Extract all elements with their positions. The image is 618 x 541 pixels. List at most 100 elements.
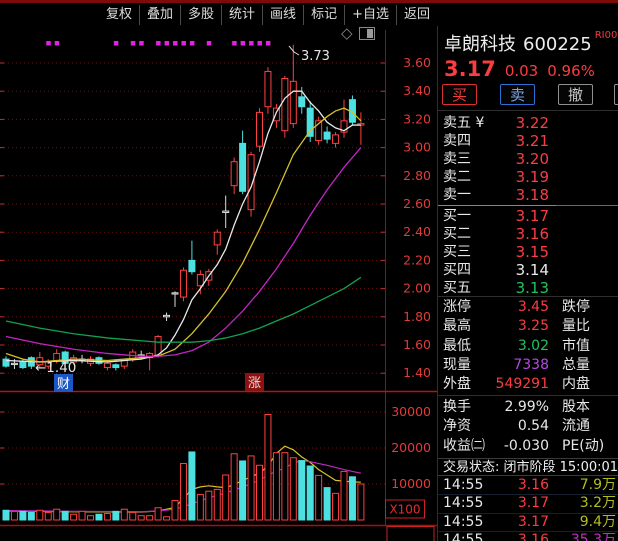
- price-axis-label: 1.80: [403, 309, 431, 324]
- candlesticks[interactable]: [3, 45, 364, 371]
- margin-tag: RI000: [595, 30, 618, 41]
- ask-row[interactable]: 卖三3.20: [438, 150, 618, 168]
- stats-block-top: 涨停3.45跌停最高3.25量比最低3.02市值现量7338总量外盘549291…: [438, 298, 618, 394]
- svg-text:涨: 涨: [248, 376, 261, 391]
- volume-bars[interactable]: [3, 415, 364, 520]
- ask-row[interactable]: 卖二3.19: [438, 168, 618, 186]
- tick-row: 14:553.1635.3万: [438, 532, 618, 541]
- toolbar-item[interactable]: 叠加: [139, 5, 180, 25]
- stat-value: 3.02: [438, 337, 549, 356]
- quote-panel: 卓朗科技 600225RI000 3.170.030.96% 买 卖 撤 卖五 ¥3.…: [437, 26, 618, 541]
- cancel-button[interactable]: 撤: [558, 84, 593, 105]
- partial-button[interactable]: [614, 84, 618, 105]
- stat-value: 7338: [438, 356, 549, 375]
- stat-row: 净资0.54流通: [438, 417, 618, 436]
- ask-price: 3.22: [438, 114, 549, 132]
- stat-label-2: 流通: [562, 417, 590, 436]
- price-axis-label: 3.60: [403, 55, 431, 70]
- date-axis-frame: [387, 527, 434, 541]
- time-sales-list: 14:553.167.9万14:553.173.2万14:553.179.4万1…: [438, 477, 618, 541]
- trade-buttons: 买卖撤: [438, 84, 618, 107]
- panel-layout-icon[interactable]: [359, 27, 375, 40]
- stat-value: 0.54: [438, 417, 549, 436]
- volume-axis-label: 30000: [391, 404, 431, 419]
- toolbar-item[interactable]: 标记: [303, 5, 344, 25]
- volume-axis-label: 20000: [391, 440, 431, 455]
- diamond-marker-icon[interactable]: ◇: [341, 26, 353, 41]
- ask-price: 3.18: [438, 186, 549, 204]
- toolbar-item[interactable]: 统计: [221, 5, 262, 25]
- tick-volume: 35.3万: [571, 532, 616, 541]
- bid-price: 3.13: [438, 279, 549, 297]
- tick-volume: 9.4万: [580, 514, 616, 531]
- toolbar-item[interactable]: 复权: [99, 5, 139, 25]
- chart-area[interactable]: ◇ 3.603.403.203.002.802.602.402.202.001.…: [0, 26, 437, 541]
- ask-price: 3.20: [438, 150, 549, 168]
- price-gridlines: 3.603.403.203.002.802.602.402.202.001.80…: [0, 55, 431, 491]
- price-change-pct: 0.96%: [547, 62, 595, 80]
- tick-row: 14:553.167.9万: [438, 477, 618, 495]
- ask-row[interactable]: 卖一3.18: [438, 186, 618, 204]
- svg-text:财: 财: [57, 377, 70, 392]
- stats-block-bottom: 换手2.99%股本净资0.54流通收益㈡-0.030PE(动): [438, 398, 618, 456]
- tick-price: 3.16: [438, 477, 549, 494]
- bid-row[interactable]: 买二3.16: [438, 225, 618, 243]
- stat-row: 外盘549291内盘: [438, 375, 618, 394]
- sell-button[interactable]: 卖: [500, 84, 535, 105]
- bid-price: 3.17: [438, 207, 549, 225]
- stat-value: -0.030: [438, 437, 549, 456]
- tick-row: 14:553.179.4万: [438, 514, 618, 532]
- toolbar-item[interactable]: 返回: [396, 5, 437, 25]
- app-window: 复权叠加多股统计画线标记+自选返回 ◇ 3.603.403.203.002.80…: [0, 0, 618, 541]
- price-axis-label: 3.40: [403, 83, 431, 98]
- stat-label-2: 股本: [562, 398, 590, 417]
- tick-price: 3.16: [438, 532, 549, 541]
- ma-yellow: [6, 108, 361, 362]
- tick-volume: 3.2万: [580, 495, 616, 512]
- last-price: 3.17: [444, 57, 496, 81]
- buy-button[interactable]: 买: [442, 84, 477, 105]
- bid-row[interactable]: 买三3.15: [438, 243, 618, 261]
- price-axis-label: 1.60: [403, 337, 431, 352]
- price-axis-label: 3.00: [403, 140, 431, 155]
- volume-axis-label: 10000: [391, 476, 431, 491]
- price-axis-label: 2.40: [403, 224, 431, 239]
- bid-row[interactable]: 买四3.14: [438, 261, 618, 279]
- limit-up-badge[interactable]: 涨: [245, 373, 264, 391]
- news-badge[interactable]: 财: [54, 374, 73, 392]
- stat-label-2: 跌停: [562, 298, 590, 317]
- price-axis-label: 3.20: [403, 111, 431, 126]
- price-axis-label: 2.20: [403, 252, 431, 267]
- stock-chart[interactable]: 3.603.403.203.002.802.602.402.202.001.80…: [0, 26, 437, 541]
- stat-label-2: PE(动): [562, 437, 604, 456]
- tick-price: 3.17: [438, 495, 549, 512]
- session-status: 交易状态: 闭市阶段 15:00:01: [438, 458, 618, 476]
- svg-text:X100: X100: [389, 503, 420, 517]
- stat-label-2: 内盘: [562, 375, 590, 394]
- stock-name: 卓朗科技: [444, 34, 516, 55]
- mid-price-divider: [438, 205, 618, 206]
- stock-code: 600225: [523, 34, 592, 55]
- bid-row[interactable]: 买五3.13: [438, 279, 618, 297]
- price-axis-label: 2.60: [403, 196, 431, 211]
- stat-value: 3.45: [438, 298, 549, 317]
- peak-annotation: 3.73: [301, 49, 330, 64]
- stat-row: 涨停3.45跌停: [438, 298, 618, 317]
- price-row: 3.170.030.96%: [444, 57, 595, 81]
- ask-row[interactable]: 卖四3.21: [438, 132, 618, 150]
- toolbar-item[interactable]: 多股: [180, 5, 221, 25]
- bid-row[interactable]: 买一3.17: [438, 207, 618, 225]
- stat-label-2: 市值: [562, 337, 590, 356]
- stat-row: 收益㈡-0.030PE(动): [438, 437, 618, 456]
- chart-toolbar: 复权叠加多股统计画线标记+自选返回: [0, 3, 437, 26]
- ma-magenta: [6, 148, 361, 357]
- stat-row: 最高3.25量比: [438, 317, 618, 336]
- toolbar-item[interactable]: 画线: [262, 5, 303, 25]
- stat-label-2: 总量: [562, 356, 590, 375]
- stat-row: 换手2.99%股本: [438, 398, 618, 417]
- stat-row: 现量7338总量: [438, 356, 618, 375]
- stock-title: 卓朗科技 600225RI000: [444, 30, 618, 56]
- ask-row[interactable]: 卖五 ¥3.22: [438, 114, 618, 132]
- toolbar-item[interactable]: +自选: [344, 5, 396, 25]
- ask-levels: 卖五 ¥3.22卖四3.21卖三3.20卖二3.19卖一3.18: [438, 114, 618, 204]
